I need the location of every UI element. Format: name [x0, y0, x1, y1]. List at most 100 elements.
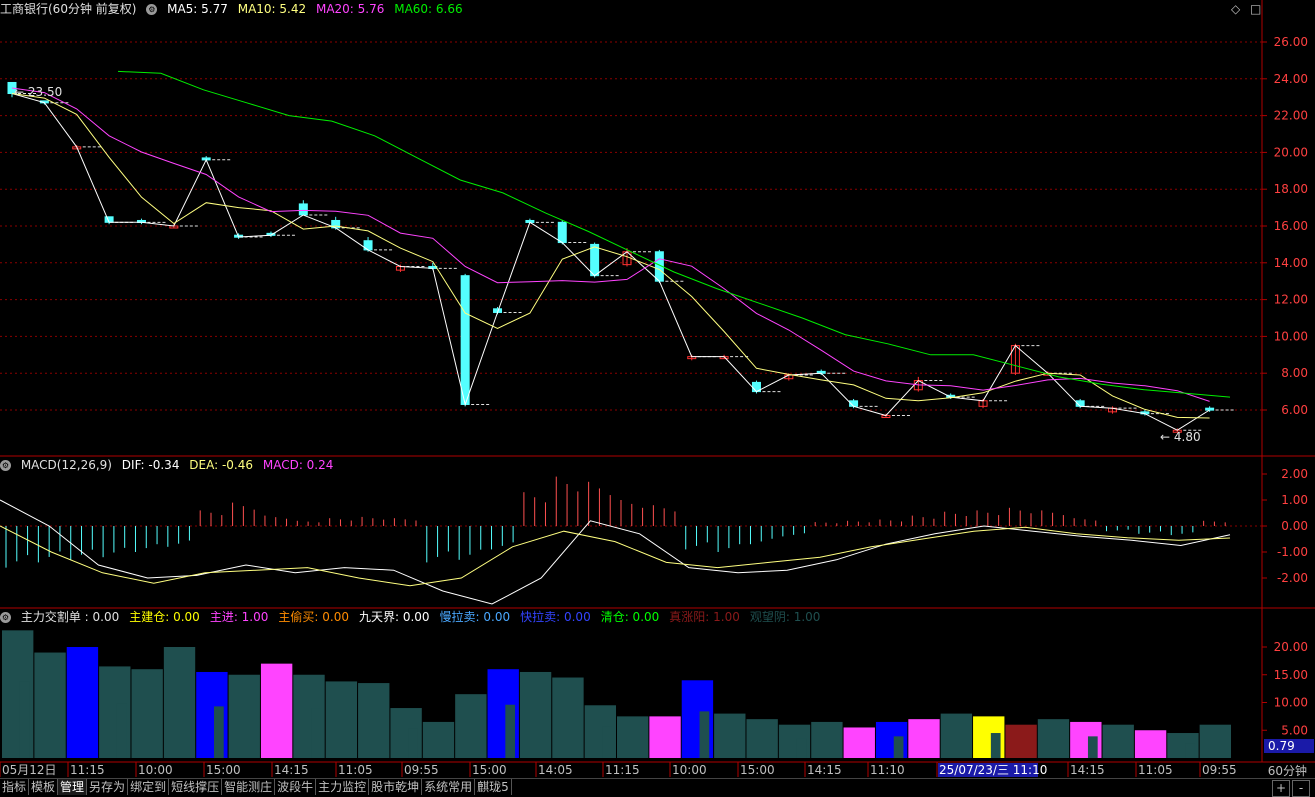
lower-sub-bar [699, 711, 710, 758]
tab-7[interactable]: 波段牛 [275, 779, 317, 795]
lower-bar [843, 727, 875, 758]
lower-bar [260, 663, 293, 758]
lower-bar [358, 683, 390, 758]
lower-bar [455, 694, 487, 758]
lower-indicator-label: 清仓: 0.00 [600, 610, 660, 624]
candle-body [590, 243, 600, 277]
price-tick-label: 10.00 [1274, 329, 1308, 343]
tab-8[interactable]: 主力监控 [316, 779, 370, 795]
time-tick-label: 11:15 [605, 763, 640, 777]
ma5-value: MA5: 5.77 [167, 2, 228, 16]
time-tick-label: 14:15 [1070, 763, 1105, 777]
lower-bar [714, 713, 746, 758]
tab-1[interactable]: 模板 [29, 779, 59, 795]
candle-body [298, 203, 308, 216]
lower-indicator-label: 观望阴: 1.00 [749, 610, 821, 624]
tab-6[interactable]: 智能测庄 [222, 779, 276, 795]
tab-0[interactable]: 指标 [0, 779, 30, 795]
tab-3[interactable]: 另存为 [87, 779, 129, 795]
price-tick-label: 14.00 [1274, 256, 1308, 270]
time-tick-label: 05月12日 [2, 763, 57, 777]
period-label[interactable]: 60分钟 [1268, 762, 1307, 779]
lower-bar [34, 652, 66, 758]
settings-icon[interactable]: ⚙ [146, 4, 158, 15]
tab-5[interactable]: 短线撑压 [169, 779, 223, 795]
price-tick-label: 16.00 [1274, 219, 1308, 233]
ma5-line [11, 93, 1210, 431]
lower-indicator-label: 主力交割单 : 0.00 [20, 610, 120, 624]
lower-tick-label: 10.00 [1274, 696, 1308, 710]
lower-bar [617, 716, 649, 758]
lower-bar [131, 669, 163, 758]
indicator-tab-bar: 指标 模板 管理 另存为 绑定到 短线撑压 智能测庄 波段牛 主力监控 股市乾坤 系统常用 麒珑5 + - [0, 778, 1315, 797]
time-tick-label: 14:05 [538, 763, 573, 777]
lower-bar [422, 721, 455, 758]
lower-sub-bar [19, 681, 30, 758]
lower-sub-bar [893, 736, 904, 758]
low-annotation: ← 4.80 [1160, 430, 1201, 444]
time-tick-label: 15:00 [472, 763, 507, 777]
remove-tab-button[interactable]: - [1292, 780, 1310, 797]
lower-indicator-label: 主建仓: 0.00 [129, 610, 200, 624]
lower-bar [552, 677, 584, 758]
tab-11[interactable]: 麒珑5 [475, 779, 512, 795]
lower-bar [1134, 730, 1167, 758]
lower-bar [1102, 724, 1134, 758]
price-tick-label: 18.00 [1274, 182, 1308, 196]
settings-icon[interactable]: ⚙ [0, 460, 11, 471]
lower-indicator-label: 快拉卖: 0.00 [520, 610, 591, 624]
price-tick-label: 24.00 [1274, 72, 1308, 86]
diamond-icon[interactable]: ◇ [1231, 2, 1240, 16]
tab-2[interactable]: 管理 [58, 779, 88, 795]
lower-sub-bar [1087, 736, 1098, 758]
time-tick-label: 14:15 [274, 763, 309, 777]
time-tick-label: 11:10 [870, 763, 905, 777]
ma60-value: MA60: 6.66 [394, 2, 463, 16]
maximize-icon[interactable]: □ [1250, 2, 1261, 16]
time-tick-label: 09:55 [1202, 763, 1237, 777]
lower-sub-bar [796, 738, 807, 758]
stock-title: 工商银行(60分钟 前复权) [0, 2, 137, 16]
price-tick-label: 12.00 [1274, 293, 1308, 307]
tab-4[interactable]: 绑定到 [128, 779, 170, 795]
lower-bar [228, 674, 260, 758]
candle-body [1205, 407, 1215, 411]
dea-line [0, 525, 1231, 587]
add-tab-button[interactable]: + [1272, 780, 1290, 797]
settings-icon[interactable]: ⚙ [0, 612, 11, 623]
ma20-line [11, 87, 1210, 402]
price-tick-label: 20.00 [1274, 145, 1308, 159]
lower-indicator-label: 真涨阳: 1.00 [669, 610, 740, 624]
lower-sub-bar [505, 704, 516, 758]
macd-tick-label: -2.00 [1277, 571, 1308, 585]
lower-bar [1199, 724, 1231, 758]
current-value: 0.79 [1268, 739, 1295, 753]
ma60-line [117, 70, 1231, 398]
lower-bar [1005, 724, 1037, 758]
time-tick-label: 25/07/23/三 11:10 [939, 763, 1047, 777]
ma20-value: MA20: 5.76 [315, 2, 385, 16]
macd-label: MACD(12,26,9) [20, 458, 112, 472]
lower-sub-bar [1185, 743, 1195, 758]
macd-value: MACD: 0.24 [262, 458, 334, 472]
lower-indicator-label: 主进: 1.00 [209, 610, 269, 624]
macd-tick-label: 1.00 [1281, 493, 1308, 507]
lower-bar [811, 721, 843, 758]
lower-tick-label: 15.00 [1274, 668, 1308, 682]
lower-bar [908, 719, 940, 758]
tab-10[interactable]: 系统常用 [422, 779, 476, 795]
tab-9[interactable]: 股市乾坤 [369, 779, 423, 795]
time-tick-label: 10:00 [138, 763, 173, 777]
macd-header: ⚙ MACD(12,26,9) DIF: -0.34 DEA: -0.46 MA… [0, 456, 339, 474]
lower-bar [66, 647, 99, 758]
lower-sub-bar [602, 726, 613, 758]
lower-bar [163, 647, 196, 758]
lower-sub-bar [408, 728, 418, 758]
time-tick-label: 15:00 [206, 763, 241, 777]
price-tick-label: 8.00 [1281, 366, 1308, 380]
high-annotation: ← 23.50 [14, 85, 62, 99]
lower-tick-label: 20.00 [1274, 640, 1308, 654]
price-tick-label: 6.00 [1281, 403, 1308, 417]
time-tick-label: 09:55 [404, 763, 439, 777]
ma10-value: MA10: 5.42 [237, 2, 307, 16]
